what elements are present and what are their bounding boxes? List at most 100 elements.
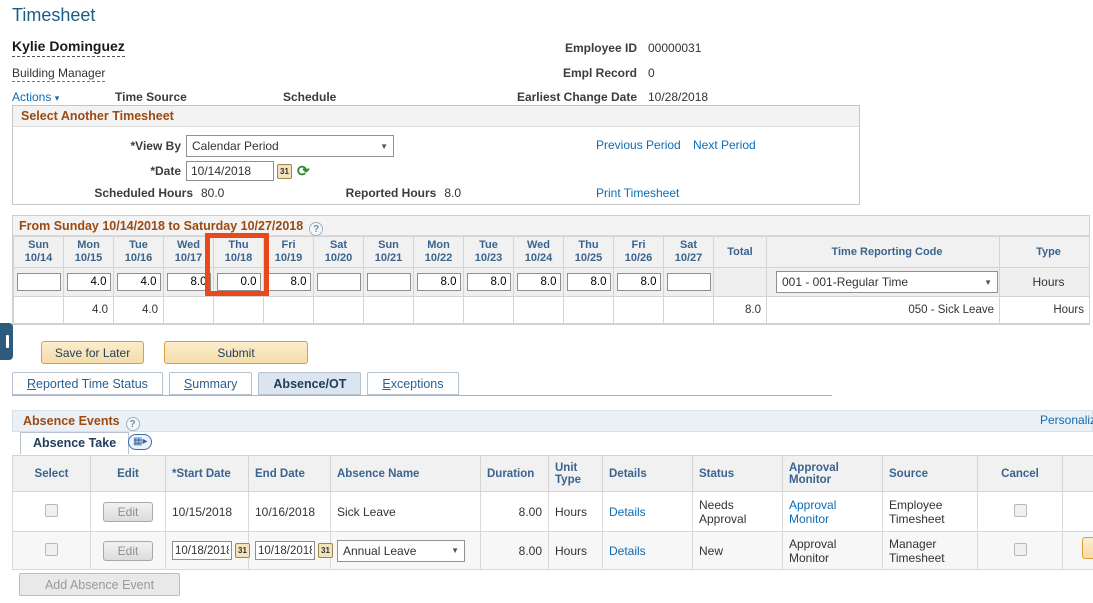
hours-input[interactable] [317,273,361,291]
details-link[interactable]: Details [609,544,646,558]
day-column-header: Tue10/16 [114,237,164,268]
employee-id-value: 00000031 [648,41,701,55]
tab-reported-time-status[interactable]: Reported Time Status [12,372,163,395]
col-details: Details [603,456,693,492]
type-cell: Hours [1000,297,1090,324]
day-column-header: Sat10/20 [314,237,364,268]
hours-input[interactable] [67,273,111,291]
schedule-label: Schedule [283,90,336,104]
edit-button[interactable]: Edit [103,541,154,561]
hours-cell [414,297,464,324]
col-status: Status [693,456,783,492]
hours-input[interactable] [617,273,661,291]
help-icon[interactable]: ? [126,417,140,431]
hours-input[interactable] [467,273,511,291]
col-extra [1063,456,1093,492]
add-absence-event-button[interactable]: Add Absence Event [19,573,180,596]
previous-period-link[interactable]: Previous Period [596,138,681,152]
hours-cell: 4.0 [114,297,164,324]
tab-divider [12,395,832,396]
col-end-date: End Date [249,456,331,492]
personalize-link[interactable]: Personalize [1040,413,1093,427]
select-another-timesheet-title: Select Another Timesheet [13,106,859,127]
save-for-later-button[interactable]: Save for Later [41,341,144,364]
day-column-header: Fri10/19 [264,237,314,268]
hours-input[interactable] [17,273,61,291]
actions-menu[interactable]: Actions ▾ [12,90,59,106]
hours-cell [314,297,364,324]
calendar-icon[interactable]: 31 [277,164,292,179]
hours-input-highlighted[interactable] [217,273,261,291]
cancel-checkbox[interactable] [1014,504,1027,517]
day-column-header: Fri10/26 [614,237,664,268]
day-column-header: Sun10/21 [364,237,414,268]
end-date-value: 10/16/2018 [249,492,331,532]
absence-name-select[interactable]: Annual Leave▼ [337,540,465,562]
employee-job-link[interactable]: Building Manager [12,66,105,82]
print-timesheet-link[interactable]: Print Timesheet [596,186,679,200]
earliest-change-date-value: 10/28/2018 [648,90,708,104]
hours-input[interactable] [667,273,711,291]
col-start-date: *Start Date [166,456,249,492]
hours-cell [464,297,514,324]
hours-input[interactable] [267,273,311,291]
timesheet-tabbar: Reported Time Status Summary Absence/OT … [12,372,459,395]
absence-take-tab[interactable]: Absence Take [20,432,129,454]
date-input[interactable] [186,161,274,181]
next-period-link[interactable]: Next Period [693,138,756,152]
hours-cell [164,297,214,324]
panel-collapse-handle[interactable] [0,323,13,360]
tab-exceptions[interactable]: Exceptions [367,372,458,395]
time-source-label: Time Source [115,90,187,104]
hours-input[interactable] [367,273,411,291]
hours-cell [214,297,264,324]
reported-hours-label: Reported Hours [224,186,436,200]
hours-cell [564,297,614,324]
total-cell [714,268,767,297]
select-checkbox[interactable] [45,543,58,556]
source-value: Employee Timesheet [883,492,978,532]
trc-cell: 050 - Sick Leave [767,297,1000,324]
hours-input[interactable] [167,273,211,291]
duration-value: 8.00 [481,492,549,532]
start-date-input[interactable] [172,541,232,560]
tab-summary[interactable]: Summary [169,372,253,395]
hours-input[interactable] [117,273,161,291]
unit-type-value: Hours [549,492,603,532]
col-approval-monitor: Approval Monitor [783,456,883,492]
refresh-icon[interactable]: ⟳ [297,162,310,180]
details-link[interactable]: Details [609,505,646,519]
cancel-checkbox[interactable] [1014,543,1027,556]
view-by-select[interactable]: Calendar Period▼ [186,135,394,157]
edit-button[interactable]: Edit [103,502,154,522]
duration-value: 8.00 [481,532,549,570]
unit-type-value: Hours [549,532,603,570]
scheduled-hours-value: 80.0 [201,186,224,200]
status-value: Needs Approval [693,492,783,532]
employee-name-link[interactable]: Kylie Dominguez [12,38,125,57]
row-action-button-cutoff[interactable] [1082,537,1093,559]
time-reporting-code-select[interactable]: 001 - 001-Regular Time▼ [776,271,998,293]
day-column-header: Wed10/17 [164,237,214,268]
trc-column-header: Time Reporting Code [767,237,1000,268]
calendar-icon[interactable]: 31 [235,543,250,558]
absence-row: Edit 31 31 Annual Leave▼ 8.00 Hours Deta… [13,532,1093,570]
calendar-icon[interactable]: 31 [318,543,333,558]
start-date-value: 10/15/2018 [166,492,249,532]
end-date-input[interactable] [255,541,315,560]
absence-events-header: Absence Events? [12,410,1093,432]
hours-input[interactable] [517,273,561,291]
hours-input[interactable] [567,273,611,291]
day-column-header: Mon10/22 [414,237,464,268]
approval-monitor-link[interactable]: Approval Monitor [789,498,836,526]
col-source: Source [883,456,978,492]
select-checkbox[interactable] [45,504,58,517]
hours-input[interactable] [417,273,461,291]
tab-absence-ot[interactable]: Absence/OT [258,372,361,395]
show-all-columns-icon[interactable]: ▦▸ [128,434,152,450]
submit-button[interactable]: Submit [164,341,308,364]
chevron-down-icon: ▼ [451,546,459,555]
help-icon[interactable]: ? [309,222,323,236]
chevron-down-icon: ▼ [984,278,992,287]
col-absence-name: Absence Name [331,456,481,492]
